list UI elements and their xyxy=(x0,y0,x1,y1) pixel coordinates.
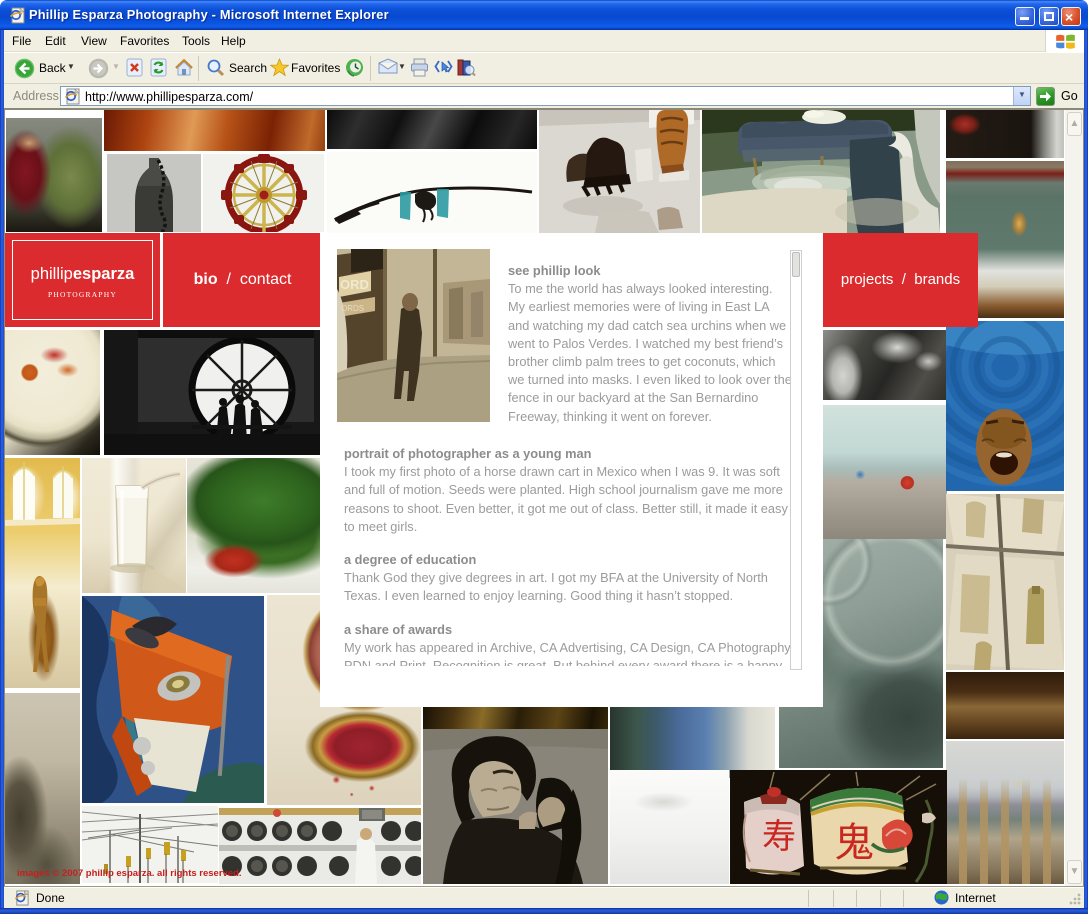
svg-text:鬼: 鬼 xyxy=(834,820,874,865)
svg-text:ORDS: ORDS xyxy=(341,304,364,313)
svg-text:ORD: ORD xyxy=(340,277,369,292)
svg-text:寿: 寿 xyxy=(762,818,796,856)
